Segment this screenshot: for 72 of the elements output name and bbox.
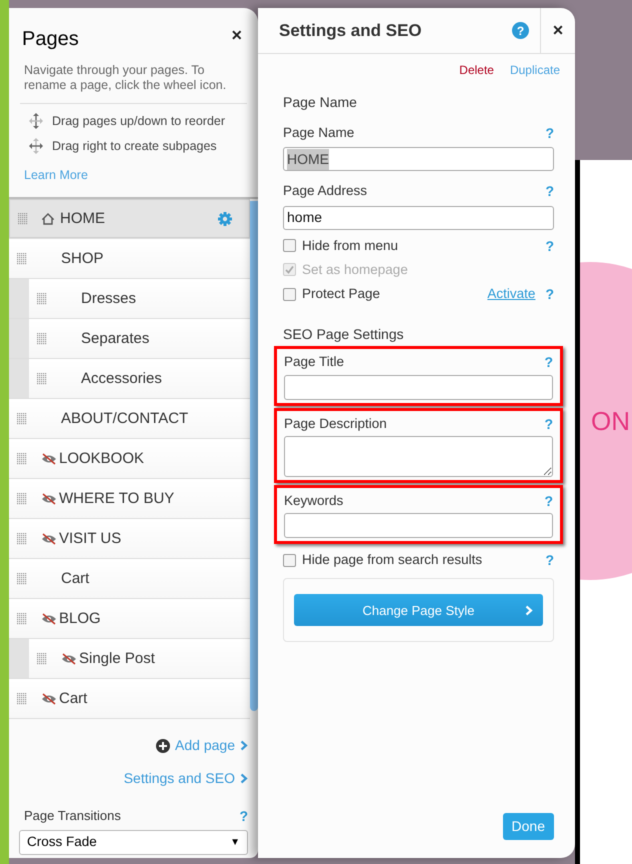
close-button[interactable]: ×: [540, 8, 575, 53]
drag-handle-icon[interactable]: [37, 292, 47, 305]
chevron-right-icon: [240, 740, 248, 752]
page-item[interactable]: HOME: [9, 199, 250, 238]
page-name: HOME: [60, 208, 105, 228]
checkbox-label: Protect Page: [302, 285, 380, 303]
drag-handle-icon[interactable]: [17, 572, 27, 585]
checkbox-label: Hide page from search results: [302, 551, 482, 569]
checkbox-label: Set as homepage: [302, 260, 408, 279]
checkbox[interactable]: [283, 288, 296, 301]
tip-text: Drag right to create subpages: [52, 138, 217, 155]
field-label: Page Description: [284, 414, 387, 433]
page-name: LOOKBOOK: [59, 448, 144, 468]
chevron-right-icon: [240, 773, 248, 784]
field-label: Page Name: [283, 124, 354, 142]
checkbox[interactable]: [283, 554, 296, 567]
tip-text: Drag pages up/down to reorder: [52, 113, 226, 130]
text-field[interactable]: [284, 513, 553, 538]
panel-title: Settings and SEO: [278, 20, 423, 42]
drag-handle-icon[interactable]: [18, 212, 28, 225]
scrollbar[interactable]: [250, 201, 258, 712]
site-heading: ON: [591, 404, 631, 438]
page-name: BLOG: [59, 608, 101, 628]
panel-title: Pages: [22, 27, 79, 52]
page-name: Cart: [60, 568, 90, 588]
panel-description: Navigate through your pages. To rename a page, click the wheel icon.: [23, 63, 228, 93]
settings-icon[interactable]: [217, 210, 233, 227]
page-name: Single Post: [79, 648, 155, 668]
move-arrows-icon: [28, 112, 44, 130]
checkbox[interactable]: [283, 239, 296, 252]
delete-link[interactable]: Delete: [459, 61, 494, 79]
drag-handle-icon[interactable]: [17, 692, 27, 705]
page-name: VISIT US: [59, 528, 122, 548]
chevron-right-icon: [525, 604, 533, 616]
drag-handle-icon[interactable]: [17, 452, 27, 465]
transition-select[interactable]: Cross Fade ▼: [19, 830, 248, 855]
hidden-eye-icon: [61, 652, 77, 665]
drag-handle-icon[interactable]: [17, 492, 27, 505]
field-label: Page Title: [284, 353, 344, 372]
hidden-eye-icon: [41, 452, 57, 465]
page-name: Dresses: [80, 288, 136, 308]
field-label: Keywords: [284, 492, 344, 510]
hidden-eye-icon: [41, 612, 57, 625]
drag-handle-icon[interactable]: [17, 612, 27, 625]
drag-handle-icon[interactable]: [17, 412, 27, 425]
hidden-eye-icon: [41, 692, 57, 705]
drag-handle-icon[interactable]: [17, 532, 27, 545]
page-name: SHOP: [60, 248, 104, 268]
page-name: Accessories: [80, 368, 162, 388]
hidden-eye-icon: [41, 492, 57, 505]
text-field[interactable]: home: [283, 206, 554, 230]
page-name: Separates: [80, 328, 150, 348]
plus-circle-icon: [156, 738, 170, 753]
checkbox-label: Hide from menu: [302, 236, 398, 254]
section-heading: Page Name: [283, 93, 358, 112]
page-name: Cart: [59, 688, 88, 708]
hidden-eye-icon: [41, 532, 57, 545]
drag-handle-icon[interactable]: [37, 332, 47, 345]
drag-handle-icon[interactable]: [37, 372, 47, 385]
text-area[interactable]: [284, 436, 553, 477]
move-arrows-icon: [28, 137, 44, 156]
text-field[interactable]: HOME: [283, 147, 554, 172]
home-icon: [42, 212, 54, 225]
section-heading: SEO Page Settings: [283, 325, 405, 344]
drag-handle-icon[interactable]: [37, 652, 47, 665]
close-button[interactable]: ×: [231, 26, 242, 44]
page-name: ABOUT/CONTACT: [60, 408, 188, 428]
field-label: Page Address: [283, 182, 368, 200]
drag-handle-icon[interactable]: [17, 252, 27, 265]
field-label: Page Transitions: [24, 807, 121, 826]
text-field[interactable]: [284, 374, 553, 400]
page-name: WHERE TO BUY: [59, 488, 174, 508]
